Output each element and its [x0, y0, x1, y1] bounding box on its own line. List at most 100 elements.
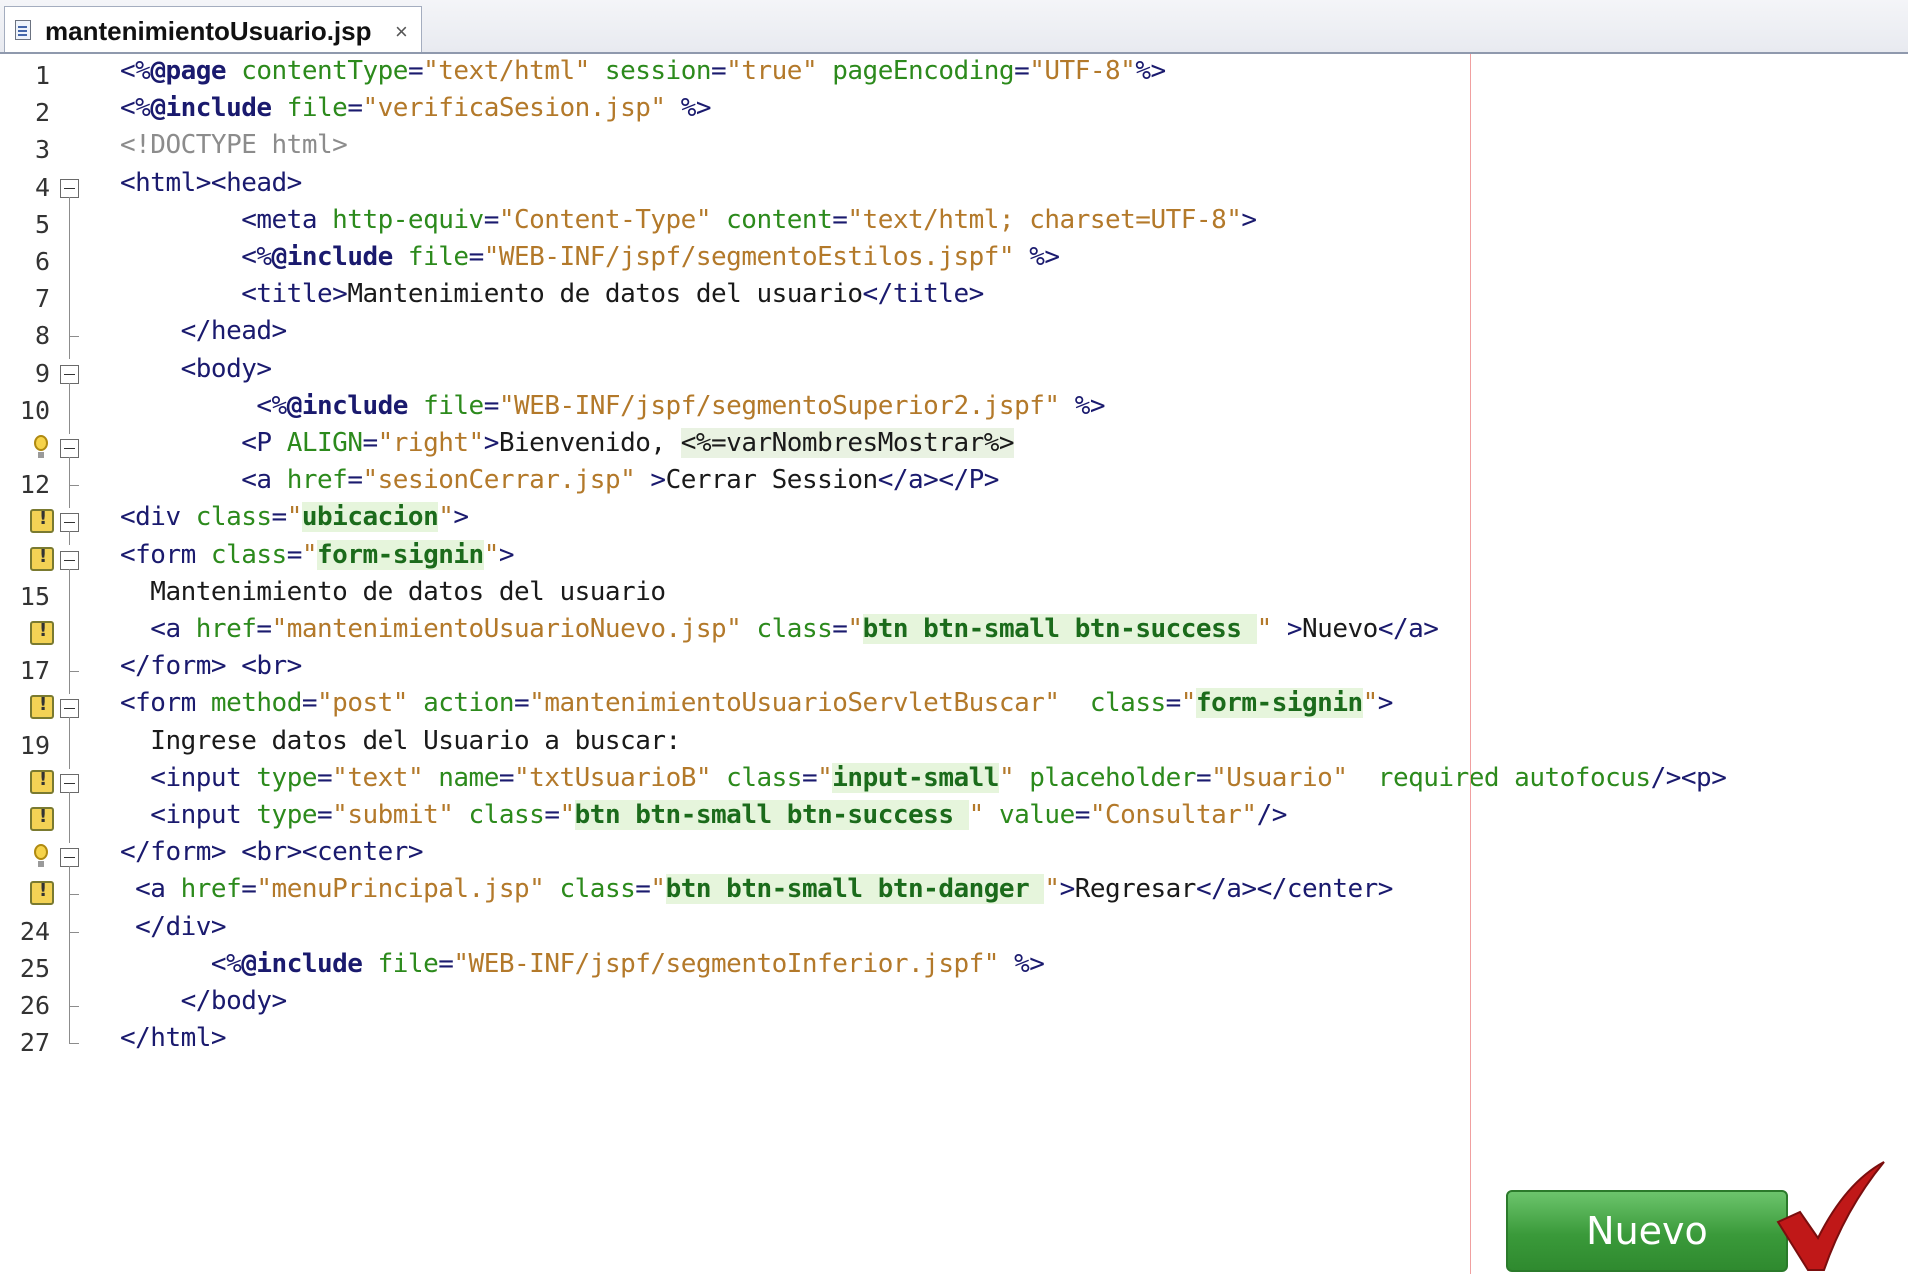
code-token: class	[711, 762, 802, 793]
close-icon[interactable]: ×	[395, 19, 408, 45]
line-number: 10	[19, 395, 50, 425]
line-number: 1	[34, 61, 50, 90]
code-token: action	[407, 688, 515, 719]
fold-collapse-icon[interactable]	[60, 848, 79, 868]
code-token: "	[483, 539, 500, 570]
code-token: <input	[120, 800, 242, 830]
warning-hint-icon[interactable]	[30, 620, 54, 647]
code-token: >	[1377, 688, 1394, 719]
code-text: <%@include file="WEB-INF/jspf/segmentoSu…	[120, 391, 1105, 421]
line-number: 26	[19, 991, 50, 1020]
code-token: Regresar	[1074, 874, 1197, 905]
code-token: <form	[120, 688, 196, 719]
code-token: </html>	[120, 1023, 227, 1054]
warning-hint-icon[interactable]	[30, 546, 54, 573]
code-token: =	[1074, 800, 1091, 830]
code-token: "sesionCerrar.jsp"	[362, 465, 636, 496]
code-token: "right"	[377, 428, 485, 458]
code-text: </html>	[120, 1023, 227, 1054]
code-token: file	[271, 93, 348, 124]
code-token: form-signin	[1195, 688, 1363, 719]
code-token: "mantenimientoUsuarioNuevo.jsp"	[271, 614, 742, 644]
code-token: method	[195, 688, 302, 719]
code-text: <a href="sesionCerrar.jsp" >Cerrar Sessi…	[120, 465, 999, 495]
fold-collapse-icon[interactable]	[60, 550, 79, 570]
code-text: <form class="form-signin">	[120, 539, 515, 570]
code-token: <%	[120, 390, 287, 421]
line-number: 9	[34, 358, 50, 388]
warning-hint-icon[interactable]	[30, 769, 54, 796]
code-token: %>	[1135, 56, 1166, 86]
code-token: =	[1165, 688, 1182, 719]
code-token: required autofocus	[1347, 762, 1651, 793]
code-text: <form method="post" action="mantenimient…	[120, 688, 1394, 719]
lightbulb-hint-icon[interactable]	[30, 435, 54, 461]
code-token: </a></center>	[1195, 874, 1394, 905]
line-number: 2	[34, 98, 50, 128]
code-token: input-small	[832, 762, 999, 793]
code-token: "txtUsuarioB"	[514, 762, 712, 793]
fold-collapse-icon[interactable]	[60, 773, 79, 793]
code-token: "	[650, 874, 666, 905]
code-token: class	[741, 614, 833, 644]
code-token: "	[1256, 614, 1273, 644]
code-token: %>	[1059, 390, 1106, 421]
code-token: "verificaSesion.jsp"	[362, 93, 666, 124]
code-text: <body>	[120, 354, 272, 384]
fold-collapse-icon[interactable]	[60, 699, 79, 719]
fold-end-marker	[69, 336, 79, 338]
code-token: =	[317, 800, 333, 830]
code-text: Ingrese datos del Usuario a buscar:	[120, 726, 681, 756]
code-text: <a href="menuPrincipal.jsp" class="btn b…	[120, 874, 1394, 905]
fold-collapse-icon[interactable]	[60, 439, 79, 458]
code-token: <%	[120, 242, 272, 272]
code-token: Bienvenido,	[498, 428, 681, 458]
code-token: =	[301, 688, 318, 719]
code-token: name	[423, 762, 499, 793]
code-token: "	[998, 762, 1015, 793]
code-token: Cerrar Session	[665, 465, 879, 496]
fold-collapse-icon[interactable]	[60, 364, 79, 384]
line-number: 4	[34, 172, 50, 202]
code-token: =	[241, 874, 257, 905]
code-token: type	[241, 762, 318, 793]
line-number: 25	[19, 953, 50, 983]
code-token: "mantenimientoUsuarioServletBuscar"	[529, 688, 1060, 719]
code-token: Nuevo	[1302, 614, 1378, 644]
code-token: value	[983, 800, 1075, 830]
lightbulb-hint-icon[interactable]	[30, 844, 54, 870]
code-token: <%	[120, 56, 151, 86]
warning-hint-icon[interactable]	[30, 508, 54, 535]
fold-collapse-icon[interactable]	[60, 178, 79, 198]
code-token: <%	[120, 93, 151, 124]
line-number: 6	[34, 247, 50, 276]
code-token: "menuPrincipal.jsp"	[256, 874, 545, 905]
line-number: 19	[19, 730, 50, 760]
warning-hint-icon[interactable]	[30, 694, 54, 721]
code-text: <meta http-equiv="Content-Type" content=…	[120, 205, 1257, 235]
code-token: "Consultar"	[1089, 800, 1257, 830]
line-number: 12	[19, 470, 50, 500]
code-line[interactable]: 27 </html>	[0, 1021, 1908, 1066]
code-text: <a href="mantenimientoUsuarioNuevo.jsp" …	[120, 614, 1439, 644]
code-token: =	[801, 762, 818, 793]
warning-hint-icon[interactable]	[30, 880, 54, 907]
code-token: "	[1180, 688, 1197, 719]
code-token: =	[407, 56, 424, 86]
file-tab[interactable]: mantenimientoUsuario.jsp ×	[4, 6, 422, 52]
code-token: type	[241, 800, 318, 830]
code-token: @include	[286, 390, 409, 421]
fold-end-marker	[69, 894, 79, 896]
code-token: <P	[120, 428, 272, 458]
code-token: =	[317, 762, 333, 793]
code-token: session	[589, 56, 712, 86]
code-editor[interactable]: 1 <%@page contentType="text/html" session…	[0, 54, 1908, 1274]
nuevo-button[interactable]: Nuevo	[1506, 1190, 1788, 1272]
code-token: "Usuario"	[1211, 762, 1348, 793]
code-token: btn btn-small btn-success	[862, 614, 1257, 644]
fold-end-marker	[69, 1006, 79, 1007]
fold-collapse-icon[interactable]	[60, 513, 79, 533]
code-text: <title>Mantenimiento de datos del usuari…	[120, 279, 984, 309]
code-token: "	[847, 614, 863, 644]
warning-hint-icon[interactable]	[30, 806, 54, 833]
